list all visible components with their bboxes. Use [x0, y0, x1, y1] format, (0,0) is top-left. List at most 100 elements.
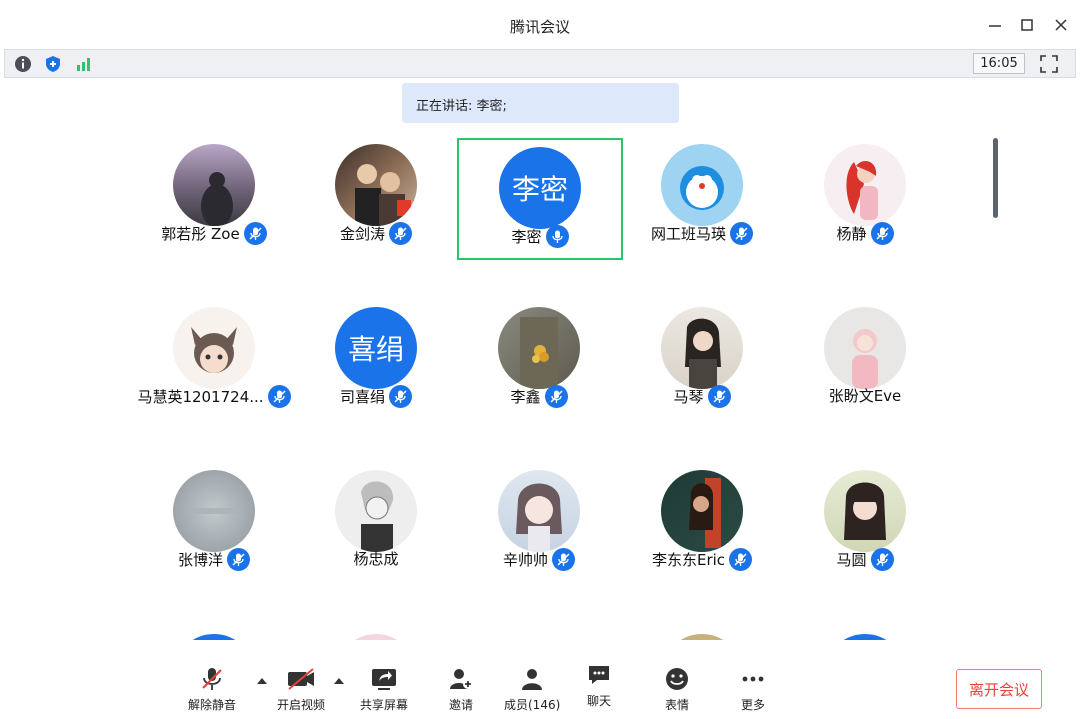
- mic-muted-icon: [267, 385, 291, 408]
- members-button[interactable]: 成员(146): [504, 666, 560, 713]
- participant-name: 网工班马瑛: [650, 225, 726, 243]
- meeting-status-bar: 16:05: [4, 49, 1076, 78]
- invite-button[interactable]: 邀请: [448, 666, 474, 713]
- avatar-photo-icon: [191, 508, 237, 514]
- avatar-photo-icon: [852, 329, 878, 389]
- participant-name: 杨忠成: [353, 550, 399, 568]
- participant-tile[interactable]: 喜绢 司喜绢: [293, 293, 459, 415]
- participant-avatar: [824, 144, 906, 226]
- mic-muted-icon: [243, 222, 267, 245]
- participant-tile-partial[interactable]: [131, 620, 297, 640]
- participant-name: 马圆: [836, 551, 867, 569]
- close-icon: [1055, 19, 1067, 31]
- title-bar: 腾讯会议: [0, 0, 1080, 50]
- participant-name: 马琴: [673, 388, 704, 406]
- network-status-button[interactable]: [73, 54, 93, 74]
- participant-tile[interactable]: 金剑涛: [293, 130, 459, 252]
- grid-scrollbar[interactable]: [993, 138, 998, 218]
- mic-muted-icon: [202, 668, 222, 690]
- shield-icon: [46, 56, 60, 72]
- participant-name: 马慧英1201724...: [137, 388, 264, 406]
- participant-name: 金剑涛: [339, 225, 385, 243]
- meeting-clock: 16:05: [973, 53, 1025, 74]
- unmute-button[interactable]: 解除静音: [188, 666, 236, 713]
- info-icon: [15, 56, 31, 72]
- reactions-button[interactable]: 表情: [664, 666, 690, 713]
- participant-avatar: [661, 634, 743, 640]
- participant-tile[interactable]: 杨静: [782, 130, 948, 252]
- audio-options-caret[interactable]: [257, 678, 267, 684]
- participant-name: 张博洋: [177, 551, 223, 569]
- participant-avatar: [498, 470, 580, 552]
- participant-tile[interactable]: 马慧英1201724...: [131, 293, 297, 415]
- participant-avatar: [661, 144, 743, 226]
- participant-tile[interactable]: 网工班马瑛: [619, 130, 785, 252]
- security-button[interactable]: [43, 54, 63, 74]
- participant-avatar: [335, 144, 417, 226]
- participant-avatar: [661, 470, 743, 552]
- participant-avatar: [661, 307, 743, 389]
- camera-off-icon: [288, 668, 314, 690]
- participant-tile[interactable]: 辛帅帅: [456, 456, 622, 578]
- mic-muted-icon: [870, 222, 894, 245]
- fullscreen-button[interactable]: [1039, 54, 1059, 74]
- avatar-photo-icon: [689, 478, 721, 548]
- participant-tile-speaking[interactable]: 李密 李密: [457, 138, 623, 260]
- participant-avatar: [335, 634, 417, 640]
- more-dots-icon: [742, 676, 764, 682]
- participant-avatar: 喜绢: [335, 307, 417, 389]
- participant-tile[interactable]: 张盼文Eve: [782, 293, 948, 415]
- video-options-caret[interactable]: [334, 678, 344, 684]
- share-screen-button[interactable]: 共享屏幕: [360, 666, 408, 713]
- mic-muted-icon: [544, 385, 568, 408]
- speaking-indicator: 正在讲话: 李密;: [402, 83, 679, 123]
- participant-avatar: 李密: [499, 147, 581, 229]
- mic-muted-icon: [729, 548, 753, 571]
- start-video-button[interactable]: 开启视频: [277, 666, 325, 713]
- participant-tile[interactable]: 李鑫: [456, 293, 622, 415]
- participant-name: 郭若彤 Zoe: [161, 225, 240, 243]
- participant-tile[interactable]: 李东东Eric: [619, 456, 785, 578]
- participant-tile[interactable]: 马琴: [619, 293, 785, 415]
- participant-grid: 郭若彤 Zoe 金剑涛 李密 李密 网工班马瑛 杨静 马慧英1201724...…: [0, 130, 1080, 640]
- participant-name: 杨静: [836, 225, 867, 243]
- mic-muted-icon: [389, 222, 412, 245]
- minimize-button[interactable]: [984, 14, 1006, 36]
- participant-tile[interactable]: 杨忠成: [293, 456, 459, 578]
- share-screen-icon: [372, 669, 396, 690]
- avatar-photo-icon: [844, 482, 886, 540]
- participant-tile-partial[interactable]: [293, 620, 459, 640]
- participant-tile-partial[interactable]: [619, 620, 785, 640]
- avatar-photo-icon: [201, 172, 233, 226]
- maximize-button[interactable]: [1016, 14, 1038, 36]
- info-button[interactable]: [13, 54, 33, 74]
- participant-name: 张盼文Eve: [828, 387, 902, 405]
- close-button[interactable]: [1050, 14, 1072, 36]
- participant-avatar: [173, 307, 255, 389]
- more-button[interactable]: 更多: [740, 666, 766, 713]
- participant-tile[interactable]: 郭若彤 Zoe: [131, 130, 297, 252]
- add-user-icon: [450, 669, 473, 689]
- chat-button[interactable]: 聊天: [586, 662, 612, 709]
- participant-avatar: [824, 307, 906, 389]
- participant-tile[interactable]: 马圆: [782, 456, 948, 578]
- chat-bubble-icon: [589, 666, 609, 684]
- mic-on-icon: [545, 225, 569, 248]
- avatar-cartoon-icon: [191, 327, 237, 373]
- participant-name: 李鑫: [510, 388, 541, 406]
- mic-muted-icon: [707, 385, 731, 408]
- participant-avatar: [824, 470, 906, 552]
- participant-name: 辛帅帅: [502, 551, 548, 569]
- avatar-sketch-icon: [361, 481, 394, 552]
- participant-name: 李密: [511, 228, 542, 246]
- participant-tile[interactable]: 张博洋: [131, 456, 297, 578]
- leave-meeting-button[interactable]: 离开会议: [956, 669, 1042, 709]
- participant-avatar: [173, 470, 255, 552]
- smiley-icon: [666, 668, 688, 690]
- participant-name: 李东东Eric: [651, 551, 726, 569]
- participant-tile-partial[interactable]: [782, 620, 948, 640]
- mic-muted-icon: [730, 222, 753, 245]
- maximize-icon: [1021, 19, 1033, 31]
- participant-avatar: [173, 144, 255, 226]
- participant-avatar: [335, 470, 417, 552]
